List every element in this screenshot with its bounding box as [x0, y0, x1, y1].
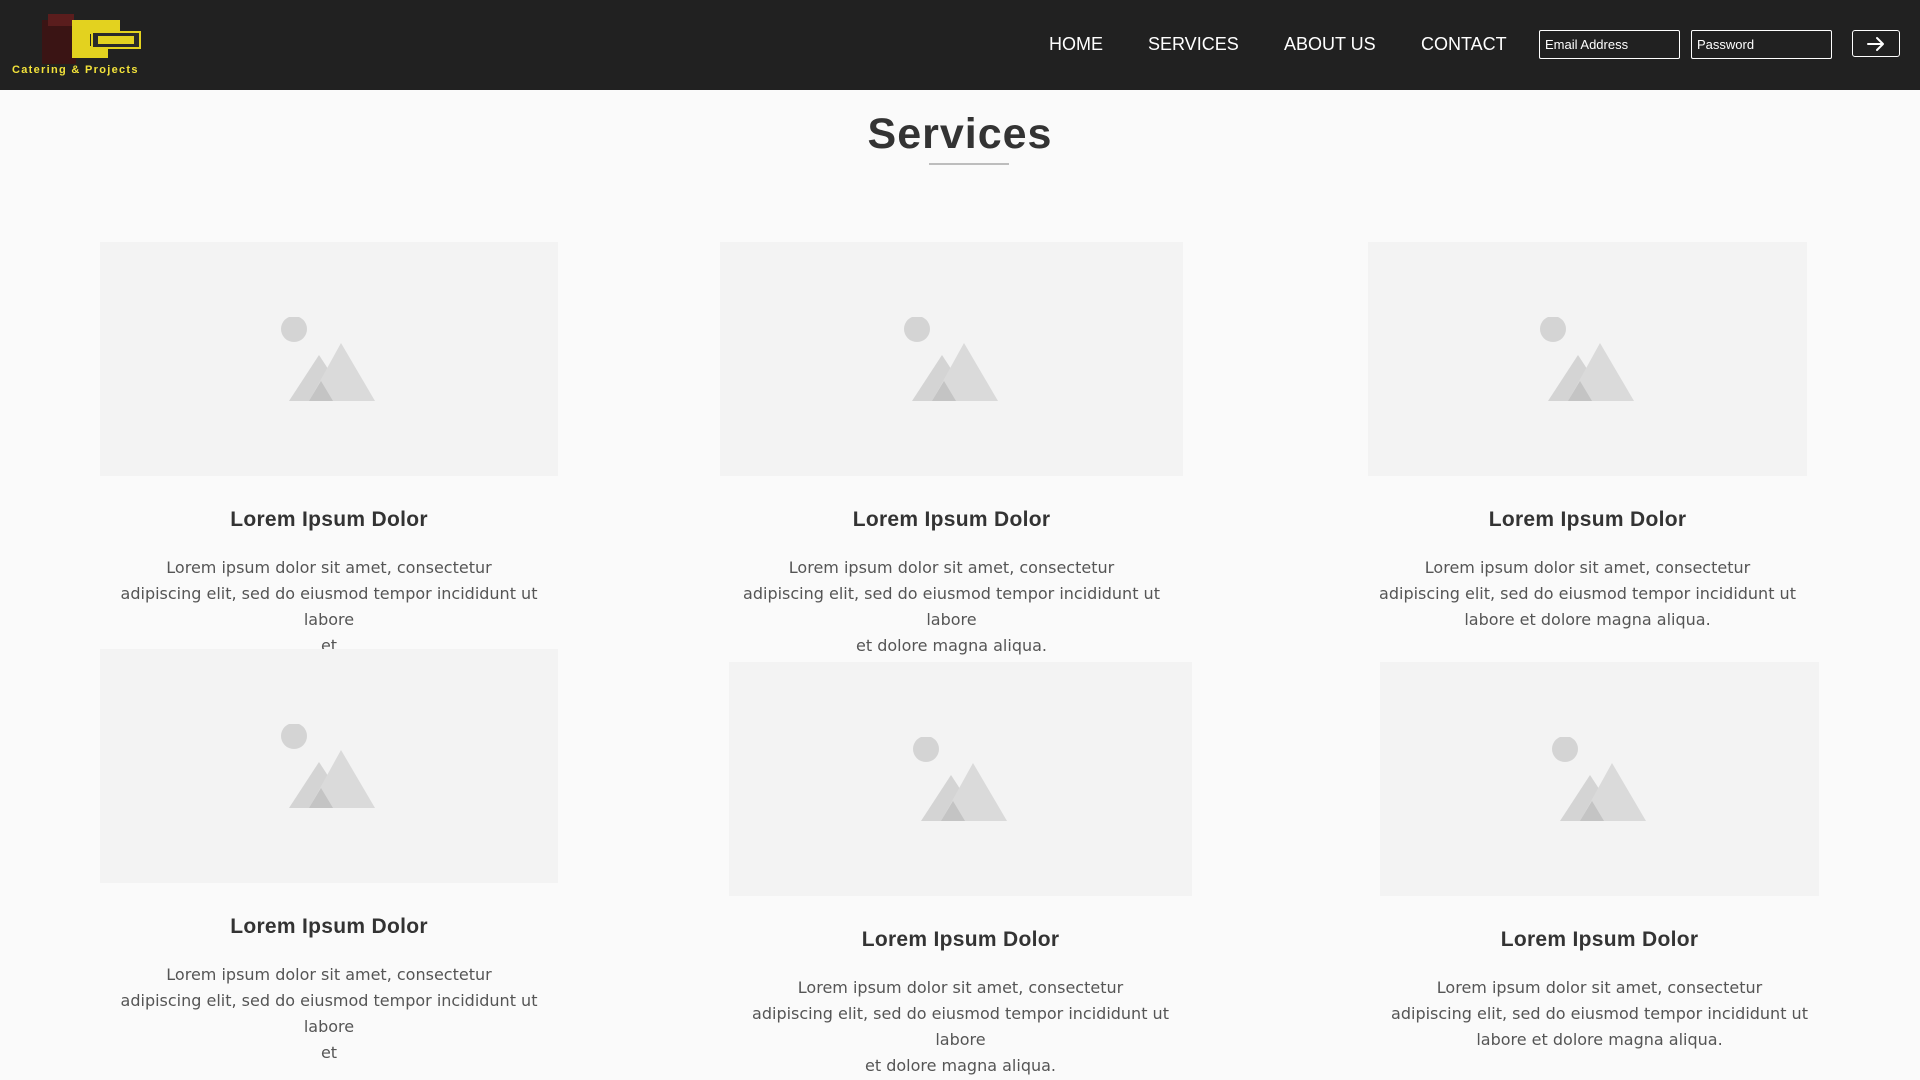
- card-image: [729, 662, 1192, 896]
- image-placeholder-icon: [1539, 317, 1634, 401]
- card-image: [720, 242, 1183, 476]
- card-title: Lorem Ipsum Dolor: [230, 915, 428, 938]
- card-image: [100, 649, 558, 883]
- email-input[interactable]: [1539, 30, 1680, 59]
- image-placeholder-icon: [912, 737, 1007, 821]
- service-card: Lorem Ipsum Dolor Lorem ipsum dolor sit …: [729, 662, 1192, 1075]
- card-description: Lorem ipsum dolor sit amet, consectetur …: [743, 558, 1160, 655]
- password-input[interactable]: [1691, 30, 1832, 59]
- service-card: Lorem Ipsum Dolor Lorem ipsum dolor sit …: [1380, 662, 1819, 1062]
- title-divider: [929, 163, 1009, 165]
- card-title: Lorem Ipsum Dolor: [852, 508, 1051, 531]
- top-nav: Catering & Projects HOME SERVICES ABOUT …: [0, 0, 1920, 90]
- card-description: Lorem ipsum dolor sit amet, consectetur …: [752, 978, 1169, 1075]
- service-card: Lorem Ipsum Dolor Lorem ipsum dolor sit …: [100, 649, 558, 1062]
- nav-services[interactable]: SERVICES: [1148, 34, 1239, 55]
- card-title: Lorem Ipsum Dolor: [1500, 928, 1699, 951]
- card-title: Lorem Ipsum Dolor: [861, 928, 1060, 951]
- card-description: Lorem ipsum dolor sit amet, consectetur …: [120, 558, 538, 655]
- logo[interactable]: Catering & Projects: [12, 12, 178, 78]
- logo-mark-icon: [42, 14, 141, 64]
- nav-home[interactable]: HOME: [1049, 34, 1103, 55]
- service-card: Lorem Ipsum Dolor Lorem ipsum dolor sit …: [1368, 242, 1807, 642]
- card-description: Lorem ipsum dolor sit amet, consectetur …: [1391, 978, 1808, 1049]
- service-card: Lorem Ipsum Dolor Lorem ipsum dolor sit …: [720, 242, 1183, 655]
- card-image: [100, 242, 558, 476]
- image-placeholder-icon: [281, 317, 375, 401]
- image-placeholder-icon: [903, 317, 998, 401]
- page-title: Services: [867, 110, 1053, 158]
- login-button[interactable]: [1852, 30, 1900, 57]
- nav-contact[interactable]: CONTACT: [1421, 34, 1507, 55]
- logo-text: Catering & Projects: [12, 64, 139, 76]
- image-placeholder-icon: [281, 724, 375, 808]
- card-title: Lorem Ipsum Dolor: [1488, 508, 1687, 531]
- arrow-right-icon: [1867, 36, 1884, 51]
- card-image: [1380, 662, 1819, 896]
- nav-about-us[interactable]: ABOUT US: [1284, 34, 1376, 55]
- card-description: Lorem ipsum dolor sit amet, consectetur …: [1379, 558, 1796, 629]
- card-image: [1368, 242, 1807, 476]
- card-description: Lorem ipsum dolor sit amet, consectetur …: [120, 965, 538, 1062]
- service-card: Lorem Ipsum Dolor Lorem ipsum dolor sit …: [100, 242, 558, 655]
- card-title: Lorem Ipsum Dolor: [230, 508, 428, 531]
- image-placeholder-icon: [1551, 737, 1646, 821]
